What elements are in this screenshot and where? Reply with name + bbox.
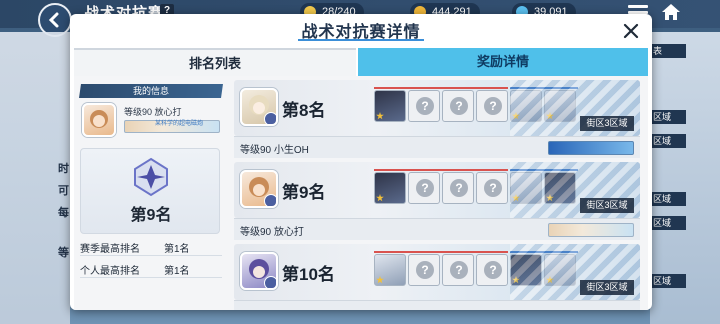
- empty-slot: ?: [442, 90, 474, 122]
- rank-emblem-icon: [134, 157, 168, 197]
- empty-slot: ?: [442, 172, 474, 204]
- student-slot: [374, 172, 406, 204]
- player-badge-strip: [548, 223, 634, 237]
- my-profile-row: 等级90 放心打 某科学的超电磁炮: [80, 102, 222, 138]
- empty-slot: ?: [476, 172, 508, 204]
- rank-label: 第9名: [282, 183, 326, 202]
- player-level-name: 等级90 放心打: [240, 227, 304, 238]
- star-icon: [546, 194, 554, 202]
- close-icon: [623, 23, 639, 39]
- my-rank: 第9名: [130, 207, 172, 224]
- star-icon: [546, 276, 554, 284]
- bg-left-label: 时: [58, 163, 69, 175]
- ranking-row[interactable]: 第9名 ? ? ? 街区3区域 等级90 放心打: [234, 162, 640, 240]
- special-bar: [510, 169, 578, 171]
- student-slot: [510, 90, 542, 122]
- bg-left-label: 可: [58, 185, 69, 197]
- striker-bar: [374, 251, 508, 253]
- my-info-header: 我的信息: [79, 84, 223, 98]
- bg-right-tag: 区域: [650, 216, 686, 230]
- title-underline: [298, 39, 424, 41]
- student-slot: [544, 90, 576, 122]
- close-button[interactable]: [620, 20, 642, 42]
- player-emblem-icon: [264, 194, 276, 206]
- tab-bar: 排名列表 奖励详情: [74, 48, 648, 76]
- striker-bar: [374, 169, 508, 171]
- student-slot: [510, 172, 542, 204]
- empty-slot: ?: [408, 254, 440, 286]
- empty-slot: ?: [408, 172, 440, 204]
- star-icon: [512, 276, 520, 284]
- background-left-panel: [0, 32, 70, 324]
- bg-left-label: 每: [58, 207, 69, 219]
- bg-right-tag: 表: [650, 44, 686, 58]
- player-emblem-icon: [264, 276, 276, 288]
- empty-slot: ?: [476, 90, 508, 122]
- zone-label: 街区3区域: [580, 198, 634, 213]
- star-icon: [546, 112, 554, 120]
- player-avatar[interactable]: [240, 170, 278, 208]
- tab-ranking-list[interactable]: 排名列表: [74, 48, 356, 76]
- badge-text: 某科学的超电磁炮: [155, 121, 204, 127]
- student-slot: [374, 90, 406, 122]
- rank-label: 第8名: [282, 101, 326, 120]
- empty-slot: ?: [408, 90, 440, 122]
- student-slot: [510, 254, 542, 286]
- bg-right-tag: 区域: [650, 134, 686, 148]
- player-avatar[interactable]: [240, 88, 278, 126]
- my-avatar[interactable]: [82, 103, 116, 137]
- my-level-name: 等级90 放心打: [124, 107, 182, 117]
- my-badge-strip: 某科学的超电磁炮: [124, 120, 220, 133]
- empty-slot: ?: [442, 254, 474, 286]
- zone-label: 街区3区域: [580, 116, 634, 131]
- star-icon: [376, 112, 384, 120]
- player-emblem-icon: [264, 112, 276, 124]
- ranking-row[interactable]: 第8名 ? ? ? 街区3区域 等级90 小生OH: [234, 80, 640, 158]
- bg-right-tag: 区域: [650, 110, 686, 124]
- bg-left-label: 等: [58, 247, 69, 259]
- player-level-name: 等级90 小生OH: [240, 145, 309, 156]
- star-icon: [512, 112, 520, 120]
- star-icon: [376, 194, 384, 202]
- rank-label: 第10名: [282, 265, 335, 284]
- ranking-content: 我的信息 等级90 放心打 某科学的超电磁炮 第9名 赛季最高排名 第1名 个人…: [74, 76, 648, 310]
- special-bar: [510, 87, 578, 89]
- student-slot: [544, 254, 576, 286]
- player-badge-strip: [548, 141, 634, 155]
- star-icon: [376, 276, 384, 284]
- tab-reward-details[interactable]: 奖励详情: [358, 48, 648, 76]
- home-icon[interactable]: [660, 2, 682, 22]
- back-arrow-icon: [48, 12, 59, 28]
- tactical-challenge-details-dialog: 战术对抗赛详情 排名列表 奖励详情 我的信息 等级90 放心打 某科学的超电磁炮: [70, 14, 652, 310]
- special-bar: [510, 251, 578, 253]
- player-avatar[interactable]: [240, 252, 278, 290]
- star-icon: [512, 194, 520, 202]
- season-best-rank-row: 赛季最高排名 第1名: [80, 236, 222, 256]
- striker-bar: [374, 87, 508, 89]
- student-slot: [544, 172, 576, 204]
- zone-label: 街区3区域: [580, 280, 634, 295]
- ranking-row[interactable]: 第10名 ? ? ? 街区3区域: [234, 244, 640, 310]
- my-rank-card: 第9名: [80, 148, 220, 234]
- my-info-panel: 我的信息 等级90 放心打 某科学的超电磁炮 第9名 赛季最高排名 第1名 个人…: [79, 84, 223, 278]
- bg-right-tag: 区域: [650, 192, 686, 206]
- personal-best-rank-row: 个人最高排名 第1名: [80, 258, 222, 278]
- student-slot: [374, 254, 406, 286]
- bg-right-tag: 区域: [650, 274, 686, 288]
- ranking-list: 第8名 ? ? ? 街区3区域 等级90 小生OH 第9名 ? ? ? 街区3区…: [234, 80, 640, 310]
- empty-slot: ?: [476, 254, 508, 286]
